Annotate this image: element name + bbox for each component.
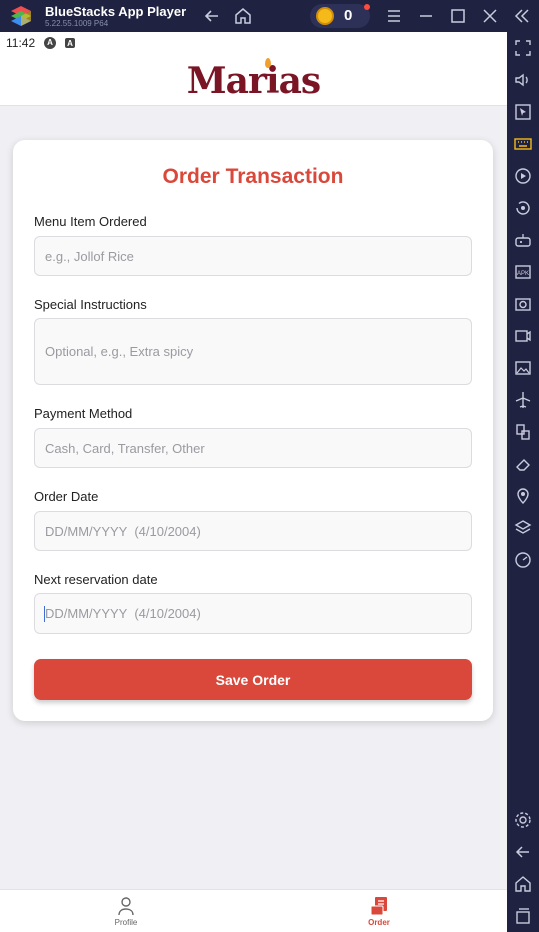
app-header: Marias (0, 54, 507, 106)
status-time: 11:42 (6, 36, 36, 50)
layers-icon[interactable] (513, 518, 533, 538)
eraser-icon[interactable] (513, 454, 533, 474)
text-cursor (44, 606, 45, 622)
emulator-title-bar: BlueStacks App Player 5.22.55.1009 P64 0 (0, 0, 539, 32)
status-bar: 11:42 A A (0, 32, 507, 54)
nav-label-order: Order (368, 918, 390, 927)
airplane-icon[interactable] (513, 390, 533, 410)
home-icon[interactable] (233, 6, 253, 26)
android-back-icon[interactable] (513, 842, 533, 862)
close-icon[interactable] (480, 6, 500, 26)
marias-logo: Marias (186, 60, 321, 102)
gamepad-icon[interactable] (513, 230, 533, 250)
coin-count: 0 (344, 7, 353, 24)
person-icon (118, 897, 134, 916)
nav-item-profile[interactable]: Profile (96, 896, 156, 927)
rotate-icon[interactable] (513, 198, 533, 218)
receipt-icon (370, 897, 387, 916)
emulator-sidebar: APK (507, 32, 539, 932)
macro-play-icon[interactable] (513, 166, 533, 186)
eco-mode-icon[interactable] (513, 550, 533, 570)
menu-item-input[interactable] (34, 236, 472, 276)
maximize-icon[interactable] (448, 6, 468, 26)
special-instructions-label: Special Instructions (34, 297, 147, 312)
payment-method-label: Payment Method (34, 406, 133, 421)
app-version: 5.22.55.1009 P64 (45, 19, 109, 28)
android-screen: 11:42 A A Marias Order Transaction Menu … (0, 32, 507, 932)
collapse-sidebar-icon[interactable] (512, 6, 532, 26)
back-arrow-icon[interactable] (202, 6, 222, 26)
apk-icon[interactable]: APK (513, 262, 533, 282)
form-title: Order Transaction (162, 165, 344, 188)
bottom-navigation: Profile Order (0, 889, 507, 932)
android-home-icon[interactable] (513, 874, 533, 894)
payment-method-input[interactable] (34, 428, 472, 468)
cursor-icon[interactable] (513, 102, 533, 122)
window-title: BlueStacks App Player (45, 4, 187, 19)
bluestacks-logo-icon (11, 6, 31, 26)
notification-dot (364, 4, 370, 10)
svg-text:APK: APK (517, 271, 529, 277)
volume-icon[interactable] (513, 70, 533, 90)
recent-apps-icon[interactable] (513, 906, 533, 926)
next-reservation-label: Next reservation date (34, 572, 158, 587)
special-instructions-input[interactable] (34, 318, 472, 385)
coin-icon (316, 7, 334, 25)
media-folder-icon[interactable] (513, 358, 533, 378)
notification-a-icon: A (44, 37, 56, 49)
notification-b-icon: A (65, 38, 75, 48)
screenshot-icon[interactable] (513, 294, 533, 314)
next-reservation-input[interactable] (34, 593, 472, 634)
settings-gear-icon[interactable] (513, 810, 533, 830)
nav-label-profile: Profile (114, 918, 138, 927)
order-date-input[interactable] (34, 511, 472, 551)
fullscreen-icon[interactable] (513, 38, 533, 58)
nav-item-order[interactable]: Order (349, 896, 409, 927)
order-form-card: Order Transaction Menu Item Ordered Spec… (13, 140, 493, 721)
logo-flame-icon (265, 58, 271, 68)
minimize-icon[interactable] (416, 6, 436, 26)
multi-instance-icon[interactable] (513, 422, 533, 442)
record-icon[interactable] (513, 326, 533, 346)
location-icon[interactable] (513, 486, 533, 506)
menu-icon[interactable] (384, 6, 404, 26)
menu-item-label: Menu Item Ordered (34, 214, 147, 229)
coin-balance[interactable]: 0 (310, 4, 370, 28)
order-date-label: Order Date (34, 489, 99, 504)
keyboard-icon[interactable] (513, 134, 533, 154)
save-order-button[interactable]: Save Order (34, 659, 472, 700)
